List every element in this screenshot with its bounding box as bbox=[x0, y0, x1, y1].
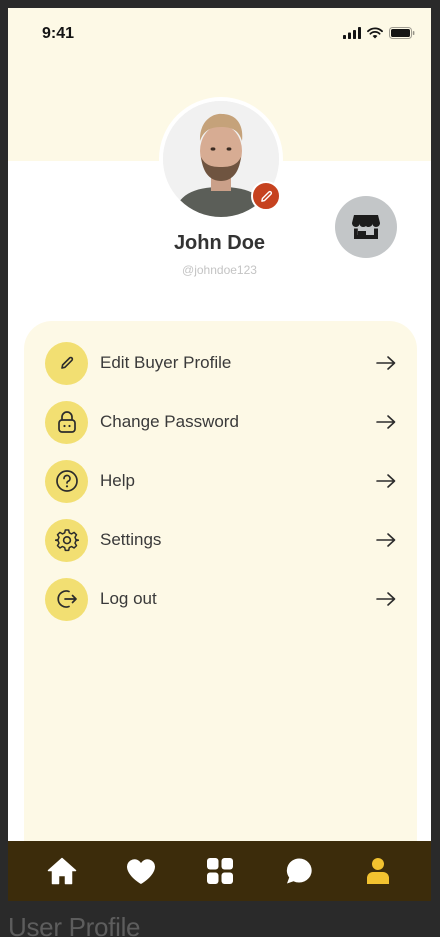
pencil-icon bbox=[260, 190, 272, 202]
lock-icon bbox=[57, 411, 76, 433]
menu-icon-circle bbox=[45, 400, 88, 444]
battery-icon bbox=[389, 27, 415, 39]
menu-item-label: Edit Buyer Profile bbox=[100, 353, 232, 372]
arrow-right-icon bbox=[375, 473, 397, 489]
menu-icon-circle bbox=[45, 577, 88, 621]
profile-name: John Doe bbox=[173, 232, 266, 254]
profile-menu: Edit Buyer Profile Change Password Help … bbox=[24, 321, 417, 901]
gear-icon bbox=[54, 529, 79, 552]
help-circle-icon bbox=[55, 470, 78, 492]
menu-item-label: Settings bbox=[100, 530, 162, 549]
menu-item-edit-buyer-profile[interactable]: Edit Buyer Profile bbox=[45, 341, 397, 385]
menu-item-help[interactable]: Help bbox=[45, 459, 397, 503]
screen-caption: User Profile bbox=[8, 912, 141, 937]
edit-avatar-button[interactable] bbox=[251, 181, 281, 211]
user-icon bbox=[366, 858, 389, 884]
tab-messages[interactable] bbox=[282, 854, 316, 888]
signal-icon bbox=[343, 27, 361, 39]
menu-item-label: Help bbox=[100, 471, 135, 490]
bottom-tab-bar bbox=[8, 841, 431, 901]
wifi-icon bbox=[367, 27, 383, 39]
grid-icon bbox=[206, 858, 233, 884]
tab-favorites[interactable] bbox=[124, 854, 158, 888]
arrow-right-icon bbox=[375, 414, 397, 430]
tab-profile[interactable] bbox=[361, 854, 395, 888]
menu-icon-circle bbox=[45, 459, 88, 503]
status-icons bbox=[343, 27, 415, 39]
pencil-icon bbox=[60, 356, 73, 369]
phone-screen: 9:41 John Doe @johndoe123 Edit Buyer Pro… bbox=[8, 8, 431, 901]
heart-icon bbox=[126, 858, 155, 884]
menu-icon-circle bbox=[45, 341, 88, 385]
status-bar: 9:41 bbox=[8, 8, 431, 56]
chat-icon bbox=[286, 858, 312, 884]
menu-item-log-out[interactable]: Log out bbox=[45, 577, 397, 621]
home-icon bbox=[47, 857, 76, 885]
profile-username: @johndoe123 bbox=[182, 263, 257, 277]
arrow-right-icon bbox=[375, 591, 397, 607]
menu-item-label: Change Password bbox=[100, 412, 239, 431]
menu-item-change-password[interactable]: Change Password bbox=[45, 400, 397, 444]
menu-item-settings[interactable]: Settings bbox=[45, 518, 397, 562]
tab-home[interactable] bbox=[45, 854, 79, 888]
arrow-right-icon bbox=[375, 355, 397, 371]
status-time: 9:41 bbox=[42, 25, 75, 42]
tab-categories[interactable] bbox=[203, 854, 237, 888]
menu-item-label: Log out bbox=[100, 589, 157, 608]
logout-icon bbox=[56, 590, 77, 608]
menu-icon-circle bbox=[45, 518, 88, 562]
arrow-right-icon bbox=[375, 532, 397, 548]
